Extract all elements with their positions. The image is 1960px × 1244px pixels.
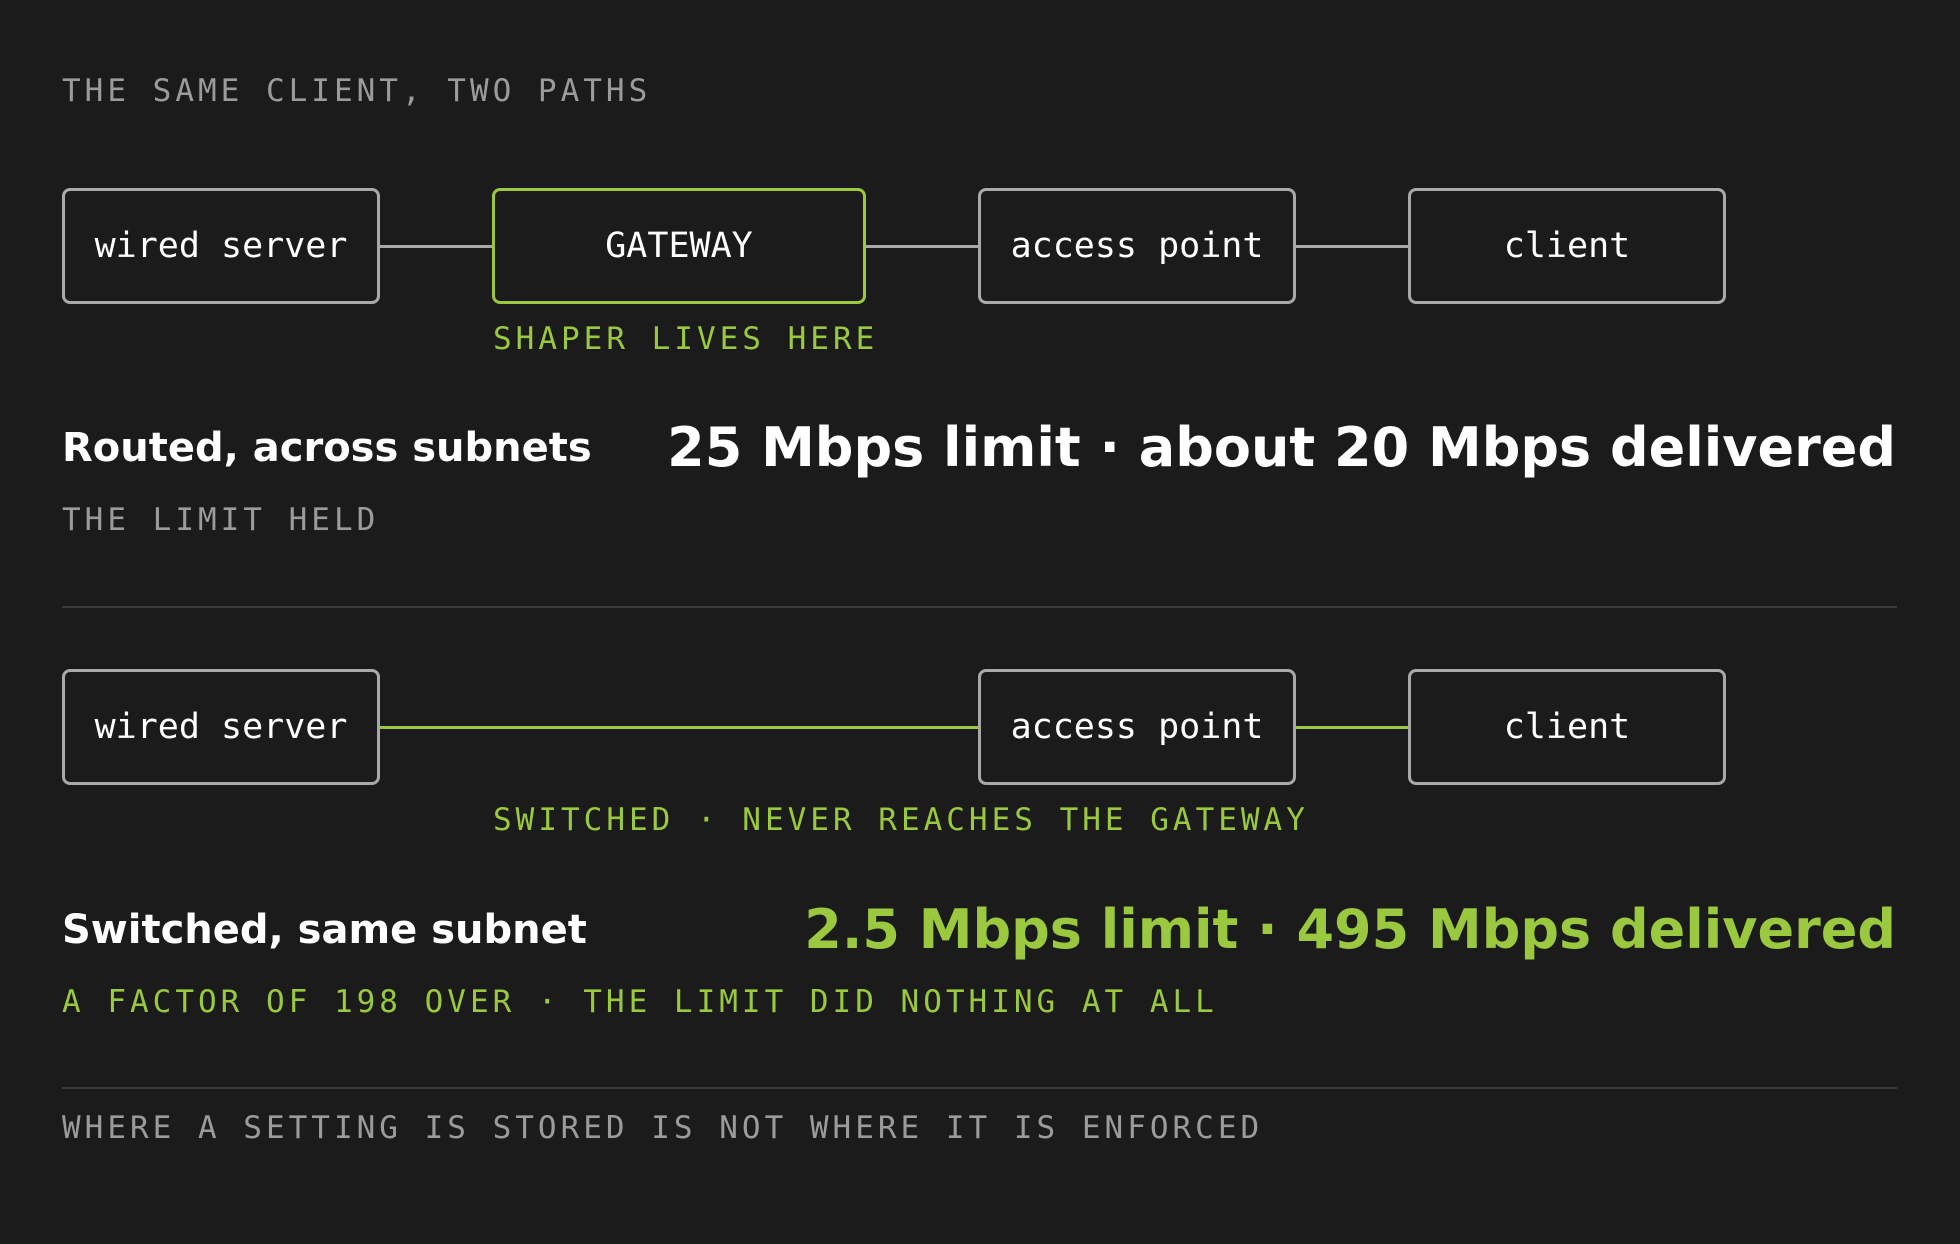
diagram-title: THE SAME CLIENT, TWO PATHS (62, 73, 652, 109)
node-wired-server-switched: wired server (62, 669, 380, 785)
link-gateway-access-point (864, 245, 980, 248)
gateway-note: SHAPER LIVES HERE (493, 321, 879, 357)
node-wired-server: wired server (62, 188, 380, 304)
node-access-point-switched: access point (978, 669, 1296, 785)
switched-heading: Switched, same subnet (62, 907, 587, 953)
footer-divider (62, 1087, 1897, 1089)
switched-path-note: SWITCHED · NEVER REACHES THE GATEWAY (493, 802, 1309, 838)
footer-note: WHERE A SETTING IS STORED IS NOT WHERE I… (62, 1110, 1264, 1146)
section-divider (62, 606, 1897, 608)
node-gateway: GATEWAY (492, 188, 866, 304)
node-client-switched: client (1408, 669, 1726, 785)
routed-heading: Routed, across subnets (62, 425, 592, 471)
link-access-point-client-switched (1294, 726, 1410, 729)
switched-verdict: A FACTOR OF 198 OVER · THE LIMIT DID NOT… (62, 984, 1218, 1020)
switched-result: 2.5 Mbps limit · 495 Mbps delivered (804, 898, 1896, 961)
routed-result: 25 Mbps limit · about 20 Mbps delivered (667, 416, 1896, 479)
link-access-point-client (1294, 245, 1410, 248)
node-access-point: access point (978, 188, 1296, 304)
node-client: client (1408, 188, 1726, 304)
routed-verdict: THE LIMIT HELD (62, 502, 380, 538)
link-server-gateway (378, 245, 494, 248)
link-server-access-point (378, 726, 980, 729)
